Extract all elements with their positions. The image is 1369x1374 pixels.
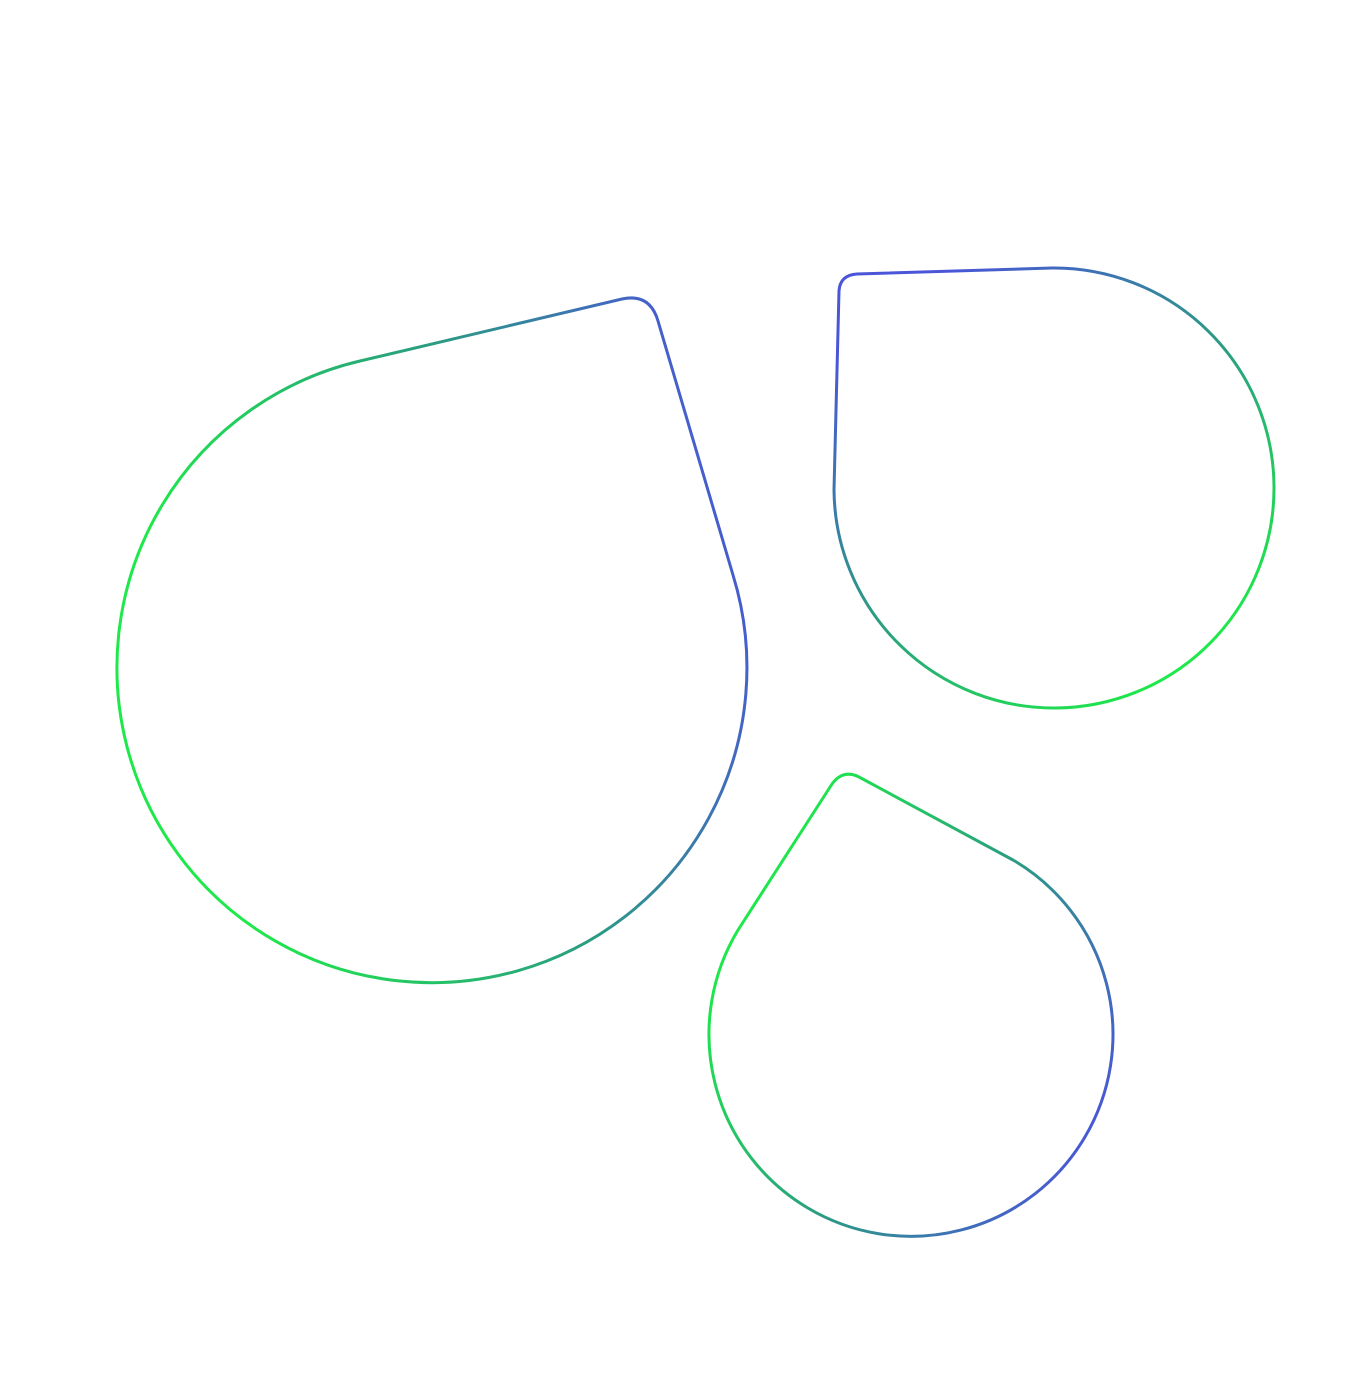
bottom-droplet-outline [707, 772, 1115, 1238]
droplets-illustration [115, 266, 1276, 1238]
top-right-droplet-outline [832, 266, 1276, 710]
large-droplet-outline [115, 296, 749, 985]
illustration-canvas [0, 0, 1369, 1374]
